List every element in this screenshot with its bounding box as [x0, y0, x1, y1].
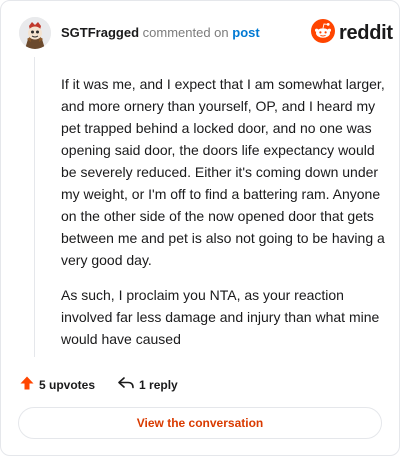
- comment-header: SGTFragged commented on post: [61, 25, 260, 41]
- thread-line: [34, 57, 35, 357]
- avatar-image: [19, 17, 51, 49]
- reddit-wordmark: reddit: [339, 22, 393, 44]
- comment-paragraph: As such, I proclaim you NTA, as your rea…: [61, 287, 380, 347]
- view-conversation-button[interactable]: View the conversation: [18, 407, 382, 439]
- reddit-logo-icon: [311, 19, 335, 48]
- upvote-arrow-icon: [19, 375, 35, 394]
- comment-paragraph: If it was me, and I expect that I am som…: [61, 76, 385, 268]
- reply-button[interactable]: 1 reply: [117, 375, 178, 394]
- comment-body: If it was me, and I expect that I am som…: [61, 73, 391, 363]
- reddit-logo[interactable]: reddit: [311, 19, 393, 48]
- comment-actions: 5 upvotes 1 reply: [19, 375, 178, 394]
- avatar[interactable]: [19, 17, 51, 49]
- upvote-button[interactable]: 5 upvotes: [19, 375, 95, 394]
- reply-arrow-icon: [117, 375, 135, 394]
- commented-on-text: commented on: [142, 25, 229, 40]
- username-link[interactable]: SGTFragged: [61, 25, 139, 40]
- comment-embed-card: SGTFragged commented on post reddit If i…: [0, 0, 400, 456]
- post-link[interactable]: post: [232, 25, 259, 40]
- upvote-count: 5 upvotes: [39, 377, 96, 392]
- reply-count: 1 reply: [139, 377, 178, 392]
